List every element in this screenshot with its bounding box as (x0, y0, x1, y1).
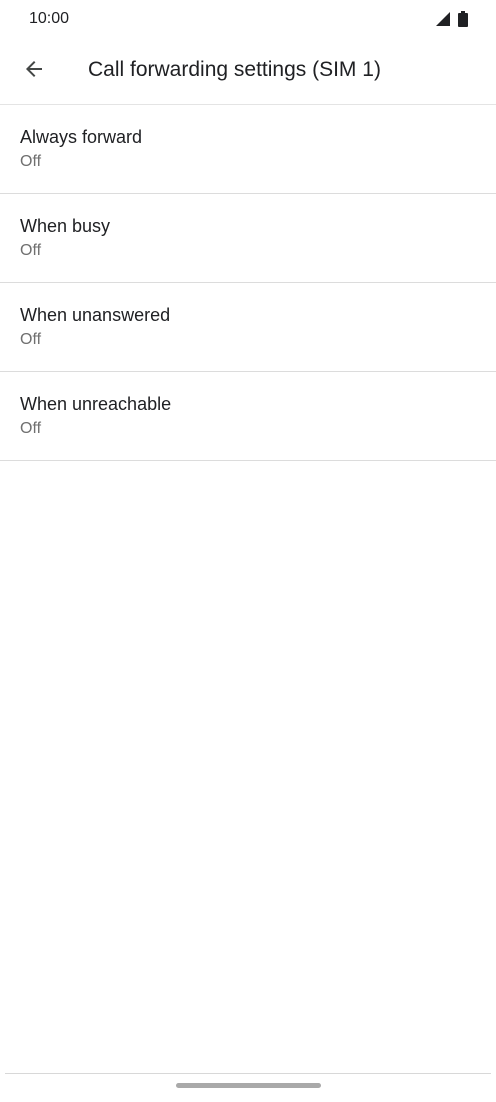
item-title: When busy (20, 216, 111, 236)
item-summary: Off (20, 153, 42, 170)
status-time: 10:00 (29, 10, 70, 27)
call-forwarding-list: Always forward Off When busy Off When un… (0, 105, 496, 461)
when-unreachable-item[interactable]: When unreachable Off (0, 372, 496, 461)
app-bar: Call forwarding settings (SIM 1) (0, 38, 496, 105)
status-bar: 10:00 (0, 0, 496, 38)
when-unanswered-item[interactable]: When unanswered Off (0, 283, 496, 372)
when-busy-item[interactable]: When busy Off (0, 194, 496, 283)
battery-icon (458, 11, 468, 27)
item-title: When unreachable (20, 394, 172, 414)
signal-icon (436, 12, 450, 26)
item-title: Always forward (20, 127, 143, 147)
item-title: When unanswered (20, 305, 171, 325)
back-button[interactable] (10, 47, 58, 95)
item-summary: Off (20, 242, 42, 259)
always-forward-item[interactable]: Always forward Off (0, 105, 496, 194)
page-title: Call forwarding settings (SIM 1) (88, 58, 381, 81)
arrow-left-icon (22, 57, 46, 86)
item-summary: Off (20, 420, 42, 437)
gesture-nav-handle[interactable] (176, 1083, 321, 1088)
nav-bar-divider (5, 1073, 491, 1074)
screen: 10:00 Call forwarding settings (SIM 1) A… (0, 0, 496, 1102)
item-summary: Off (20, 331, 42, 348)
status-icons (436, 11, 468, 27)
